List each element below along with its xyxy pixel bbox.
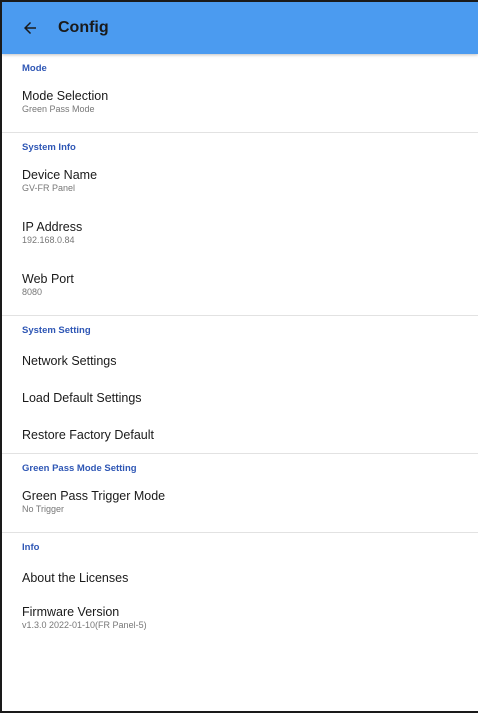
web-port-item[interactable]: Web Port 8080: [2, 263, 478, 315]
device-name-item[interactable]: Device Name GV-FR Panel: [2, 159, 478, 211]
item-subtitle: GV-FR Panel: [22, 183, 76, 193]
back-button[interactable]: [8, 2, 52, 54]
app-window: Config Mode Mode Selection Green Pass Mo…: [0, 0, 478, 713]
item-subtitle: 8080: [22, 287, 43, 297]
item-subtitle: v1.3.0 2022-01-10(FR Panel-5): [22, 620, 147, 630]
ip-address-item[interactable]: IP Address 192.168.0.84: [2, 211, 478, 263]
item-title: Device Name: [22, 168, 98, 182]
section-header-system-setting: System Setting: [22, 325, 91, 336]
load-default-settings-item[interactable]: Load Default Settings: [2, 379, 478, 416]
restore-factory-default-item[interactable]: Restore Factory Default: [2, 416, 478, 453]
item-title: Mode Selection: [22, 89, 109, 103]
item-title: About the Licenses: [22, 571, 129, 585]
item-title: Load Default Settings: [22, 391, 142, 405]
section-header-system-info: System Info: [22, 142, 76, 153]
about-licenses-item[interactable]: About the Licenses: [2, 559, 478, 596]
item-title: IP Address: [22, 220, 83, 234]
page-title: Config: [58, 19, 109, 36]
item-subtitle: 192.168.0.84: [22, 235, 75, 245]
section-header-info: Info: [22, 542, 40, 553]
item-subtitle: No Trigger: [22, 504, 65, 514]
network-settings-item[interactable]: Network Settings: [2, 342, 478, 379]
section-header-mode: Mode: [22, 63, 47, 74]
item-title: Network Settings: [22, 354, 117, 368]
item-title: Green Pass Trigger Mode: [22, 489, 166, 503]
settings-list: Mode Mode Selection Green Pass Mode Syst…: [2, 54, 478, 648]
firmware-version-item[interactable]: Firmware Version v1.3.0 2022-01-10(FR Pa…: [2, 596, 478, 648]
item-subtitle: Green Pass Mode: [22, 104, 95, 114]
item-title: Restore Factory Default: [22, 428, 154, 442]
item-title: Web Port: [22, 272, 74, 286]
section-header-green-pass: Green Pass Mode Setting: [22, 463, 137, 474]
mode-selection-item[interactable]: Mode Selection Green Pass Mode: [2, 80, 478, 132]
green-pass-trigger-mode-item[interactable]: Green Pass Trigger Mode No Trigger: [2, 480, 478, 532]
item-title: Firmware Version: [22, 605, 120, 619]
app-bar: Config: [2, 2, 478, 54]
arrow-left-icon: [24, 22, 36, 34]
